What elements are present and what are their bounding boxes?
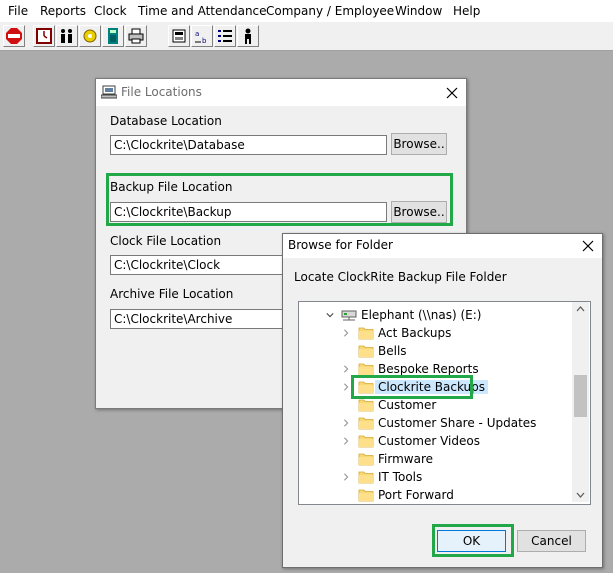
- chevron-right-icon[interactable]: [342, 436, 350, 446]
- stop-button[interactable]: [3, 25, 25, 47]
- clock-location-label: Clock File Location: [110, 234, 222, 248]
- tree-folder-label: Customer Videos: [378, 434, 480, 448]
- tree-folder-row[interactable]: Port Forward: [299, 486, 571, 504]
- tree-folder-label: Bells: [378, 344, 407, 358]
- menu-bar: File Reports Clock Time and Attendance C…: [0, 0, 613, 22]
- database-browse-button[interactable]: Browse..: [391, 133, 447, 155]
- folder-icon: [358, 345, 374, 358]
- tree-folder-label: Customer: [378, 398, 437, 412]
- browse-instruction: Locate ClockRite Backup File Folder: [294, 270, 507, 284]
- clock-button[interactable]: [33, 25, 55, 47]
- selected-folder-highlight: [351, 375, 473, 399]
- menu-time-and-attendance[interactable]: Time and Attendance: [138, 4, 267, 18]
- chevron-right-icon[interactable]: [342, 418, 350, 428]
- scroll-down-icon[interactable]: [576, 492, 585, 498]
- employees-icon: [61, 29, 72, 43]
- tree-folder-label: Bespoke Reports: [378, 362, 479, 376]
- chevron-down-icon[interactable]: [326, 310, 334, 320]
- tree-root-row[interactable]: Elephant (\\nas) (E:): [299, 306, 571, 324]
- browse-titlebar: Browse for Folder: [283, 234, 602, 258]
- tree-folder-label: Act Backups: [378, 326, 452, 340]
- tree-folder-label: Firmware: [378, 452, 433, 466]
- close-icon[interactable]: [444, 85, 460, 101]
- close-icon[interactable]: [580, 238, 596, 254]
- tree-folder-label: IT Tools: [378, 470, 423, 484]
- sort-icon: ab: [195, 30, 207, 44]
- backup-icon: [172, 29, 186, 43]
- tree-folder-label: Customer Share - Updates: [378, 416, 537, 430]
- menu-reports[interactable]: Reports: [40, 4, 86, 18]
- tree-folder-row[interactable]: Act Backups: [299, 324, 571, 342]
- folder-icon: [358, 417, 374, 430]
- browse-title: Browse for Folder: [288, 238, 393, 252]
- list-button[interactable]: [214, 25, 236, 47]
- tree-folder-row[interactable]: Customer Videos: [299, 432, 571, 450]
- folder-icon: [358, 435, 374, 448]
- toolbar: ab: [0, 22, 613, 51]
- scrollbar-thumb[interactable]: [574, 375, 587, 417]
- tree-scrollbar[interactable]: [572, 302, 589, 502]
- browse-for-folder-dialog: Browse for Folder Locate ClockRite Backu…: [282, 233, 603, 568]
- folder-icon: [358, 471, 374, 484]
- tree-folder-row[interactable]: Firmware: [299, 450, 571, 468]
- printer-icon: [128, 28, 144, 44]
- chevron-right-icon[interactable]: [342, 328, 350, 338]
- tree-folder-row[interactable]: Customer Share - Updates: [299, 414, 571, 432]
- file-locations-title: File Locations: [121, 85, 202, 99]
- clock-icon: [36, 28, 52, 44]
- svg-text:a: a: [195, 30, 199, 38]
- network-drive-icon: [341, 310, 357, 321]
- menu-file[interactable]: File: [8, 4, 28, 18]
- list-icon: [218, 30, 232, 42]
- cancel-button[interactable]: Cancel: [517, 530, 586, 552]
- employees-button[interactable]: [56, 25, 78, 47]
- tree-folder-label: Port Forward: [378, 488, 454, 502]
- database-location-label: Database Location: [110, 114, 222, 128]
- ok-button-highlight: [432, 524, 514, 557]
- chevron-right-icon[interactable]: [342, 364, 350, 374]
- tree-folder-row[interactable]: IT Tools: [299, 468, 571, 486]
- person-icon: [245, 28, 251, 44]
- tree-root-label: Elephant (\\nas) (E:): [361, 308, 482, 322]
- calculator-button[interactable]: [102, 25, 124, 47]
- calculator-icon: [108, 28, 118, 44]
- menu-clock[interactable]: Clock: [94, 4, 127, 18]
- backup-button[interactable]: [168, 25, 190, 47]
- folder-icon: [358, 399, 374, 412]
- folder-icon: [358, 327, 374, 340]
- database-location-field[interactable]: C:\Clockrite\Database: [110, 135, 387, 155]
- settings-button[interactable]: [79, 25, 101, 47]
- computer-icon: [101, 85, 117, 99]
- svg-text:b: b: [202, 37, 207, 44]
- folder-icon: [358, 453, 374, 466]
- print-button[interactable]: [125, 25, 147, 47]
- folder-icon: [358, 363, 374, 376]
- gear-icon: [83, 29, 97, 43]
- chevron-right-icon[interactable]: [342, 382, 350, 392]
- chevron-right-icon[interactable]: [342, 472, 350, 482]
- folder-icon: [358, 489, 374, 502]
- person-button[interactable]: [237, 25, 259, 47]
- sort-button[interactable]: ab: [191, 25, 213, 47]
- archive-location-label: Archive File Location: [110, 287, 234, 301]
- folder-tree[interactable]: Elephant (\\nas) (E:) Act Backups Bells Be…: [298, 301, 591, 505]
- menu-window[interactable]: Window: [395, 4, 442, 18]
- menu-help[interactable]: Help: [453, 4, 480, 18]
- menu-company-employee[interactable]: Company / Employee: [266, 4, 394, 18]
- tree-folder-row[interactable]: Bells: [299, 342, 571, 360]
- scroll-up-icon[interactable]: [576, 306, 585, 312]
- stop-icon: [6, 28, 22, 44]
- backup-section-highlight: [106, 173, 453, 226]
- file-locations-titlebar: File Locations: [96, 79, 466, 106]
